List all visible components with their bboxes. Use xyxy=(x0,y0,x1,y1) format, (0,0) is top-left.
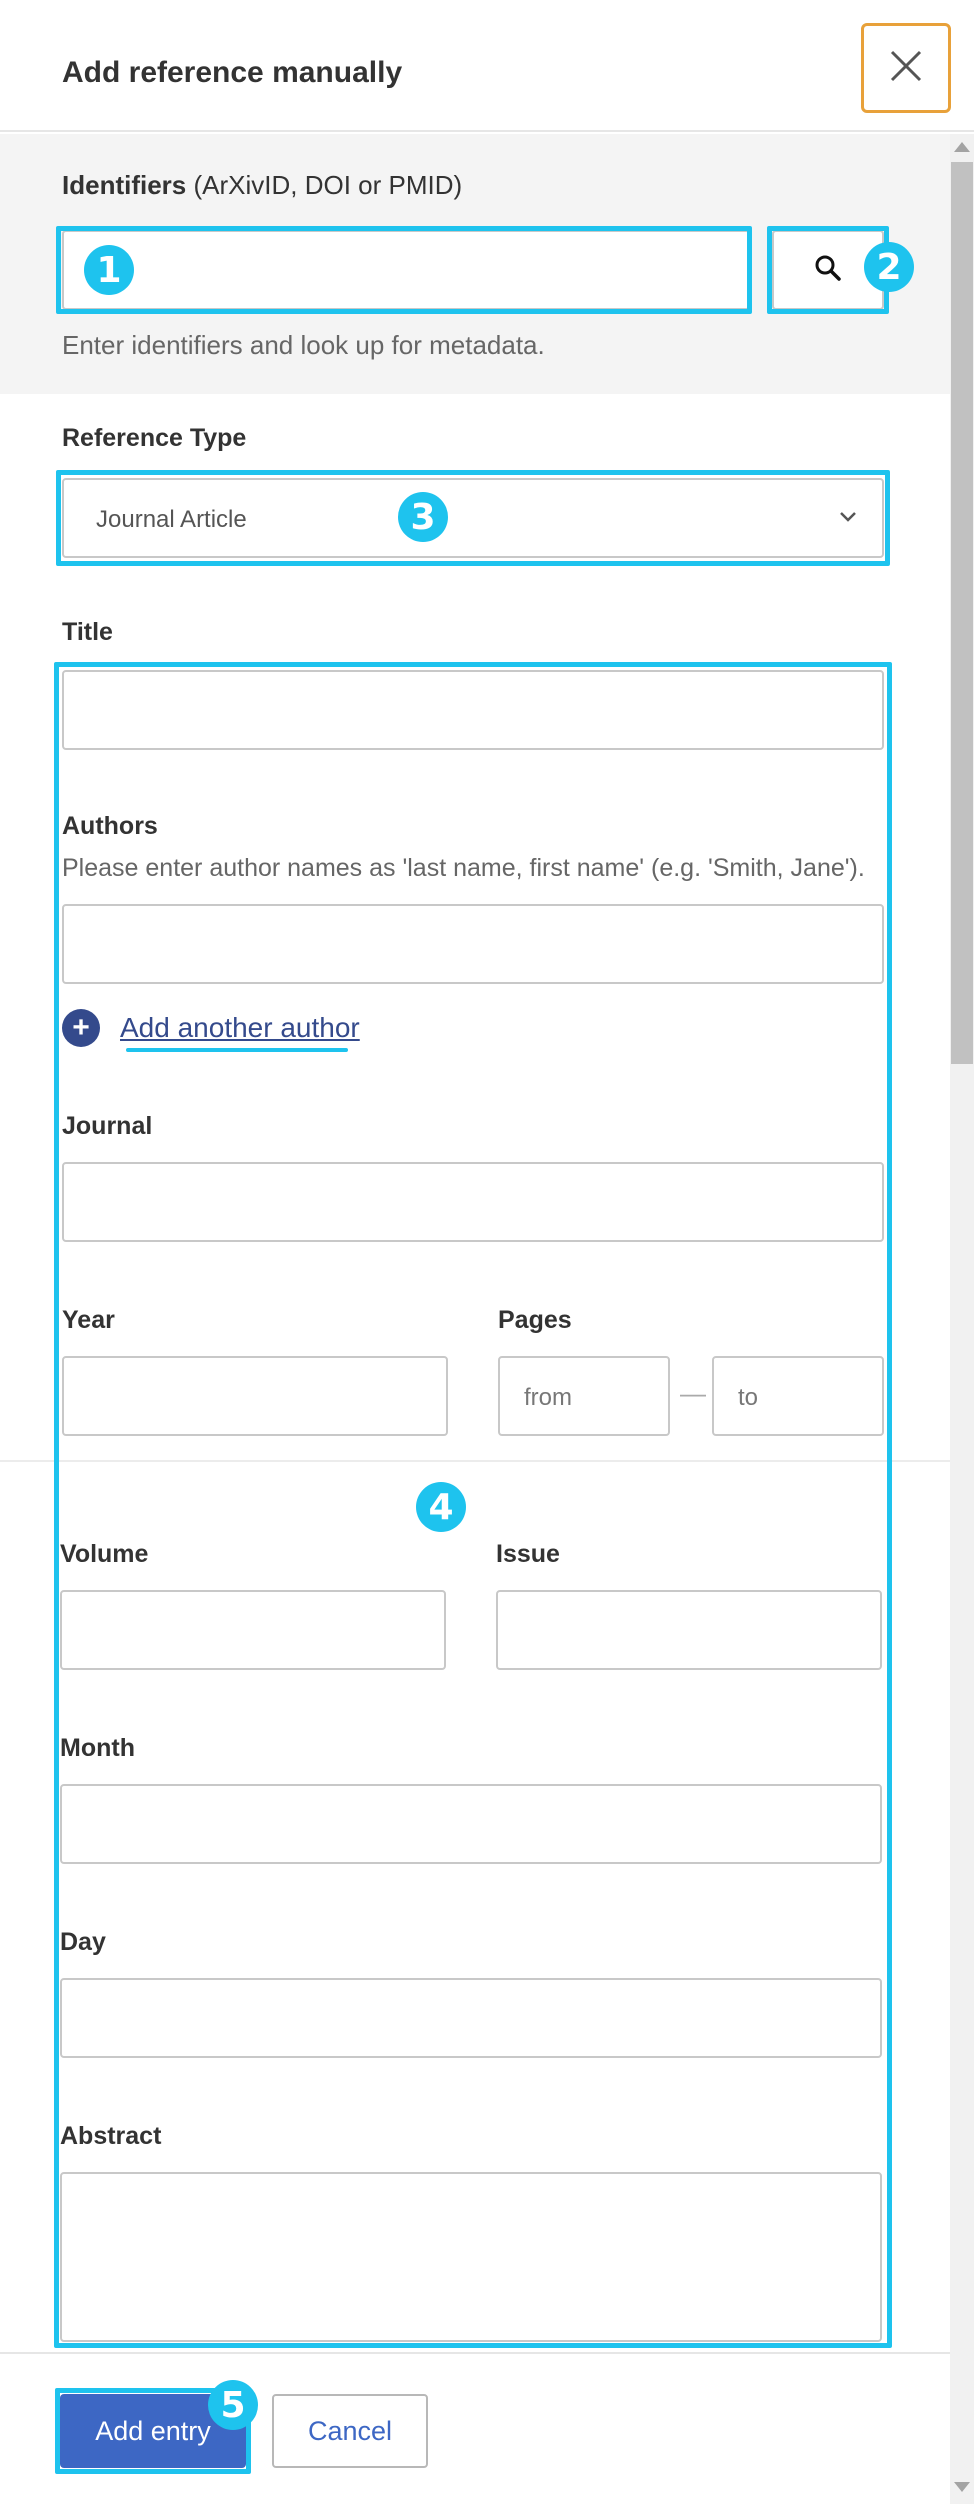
journal-label: Journal xyxy=(62,1112,153,1140)
pages-from-placeholder: from xyxy=(524,1384,572,1411)
scroll-up-icon[interactable] xyxy=(954,142,970,152)
month-input[interactable] xyxy=(60,1784,882,1864)
pages-dash: — xyxy=(680,1378,706,1408)
cancel-button[interactable]: Cancel xyxy=(272,2394,428,2468)
reference-type-label: Reference Type xyxy=(62,424,247,452)
add-author-button[interactable]: + Add another author xyxy=(62,1008,360,1048)
scroll-down-icon[interactable] xyxy=(954,2482,970,2492)
marker-5: 5 xyxy=(208,2380,258,2430)
close-icon xyxy=(889,49,923,88)
issue-input[interactable] xyxy=(496,1590,882,1670)
divider xyxy=(0,1460,974,1462)
month-label: Month xyxy=(60,1734,135,1762)
day-label: Day xyxy=(60,1928,106,1956)
pages-to-input[interactable]: to xyxy=(712,1356,884,1436)
volume-label: Volume xyxy=(60,1540,149,1568)
scrollbar-thumb[interactable] xyxy=(951,162,973,1064)
marker-2: 2 xyxy=(864,242,914,292)
author-input[interactable] xyxy=(62,904,884,984)
marker-4: 4 xyxy=(416,1482,466,1532)
dialog-title: Add reference manually xyxy=(62,56,403,89)
abstract-textarea[interactable] xyxy=(60,2172,882,2342)
reference-type-value: Journal Article xyxy=(96,506,247,533)
year-label: Year xyxy=(62,1306,115,1334)
reference-type-select[interactable]: Journal Article xyxy=(62,478,884,558)
identifiers-input[interactable] xyxy=(62,230,750,310)
plus-icon: + xyxy=(62,1009,100,1047)
identifiers-help-text: Enter identifiers and look up for metada… xyxy=(62,330,545,360)
pages-label: Pages xyxy=(498,1306,572,1334)
chevron-down-icon xyxy=(836,504,860,533)
identifiers-section: Identifiers (ArXivID, DOI or PMID) Enter… xyxy=(0,134,950,394)
identifiers-label-bold: Identifiers xyxy=(62,170,187,200)
abstract-label: Abstract xyxy=(60,2122,162,2150)
marker-3: 3 xyxy=(398,492,448,542)
authors-hint: Please enter author names as 'last name,… xyxy=(62,854,865,882)
search-icon xyxy=(813,253,843,288)
pages-to-placeholder: to xyxy=(738,1384,759,1411)
authors-label: Authors xyxy=(62,812,158,840)
add-author-link[interactable]: Add another author xyxy=(120,1012,360,1044)
title-input[interactable] xyxy=(62,670,884,750)
identifiers-label: Identifiers (ArXivID, DOI or PMID) xyxy=(62,170,462,201)
pages-from-input[interactable]: from xyxy=(498,1356,670,1436)
identifiers-label-rest: (ArXivID, DOI or PMID) xyxy=(186,170,463,200)
day-input[interactable] xyxy=(60,1978,882,2058)
volume-input[interactable] xyxy=(60,1590,446,1670)
highlight-underline xyxy=(126,1048,348,1052)
dialog-header: Add reference manually xyxy=(0,0,974,132)
issue-label: Issue xyxy=(496,1540,560,1568)
marker-1: 1 xyxy=(84,245,134,295)
journal-input[interactable] xyxy=(62,1162,884,1242)
close-button[interactable] xyxy=(861,23,951,113)
title-label: Title xyxy=(62,618,113,646)
year-input[interactable] xyxy=(62,1356,448,1436)
